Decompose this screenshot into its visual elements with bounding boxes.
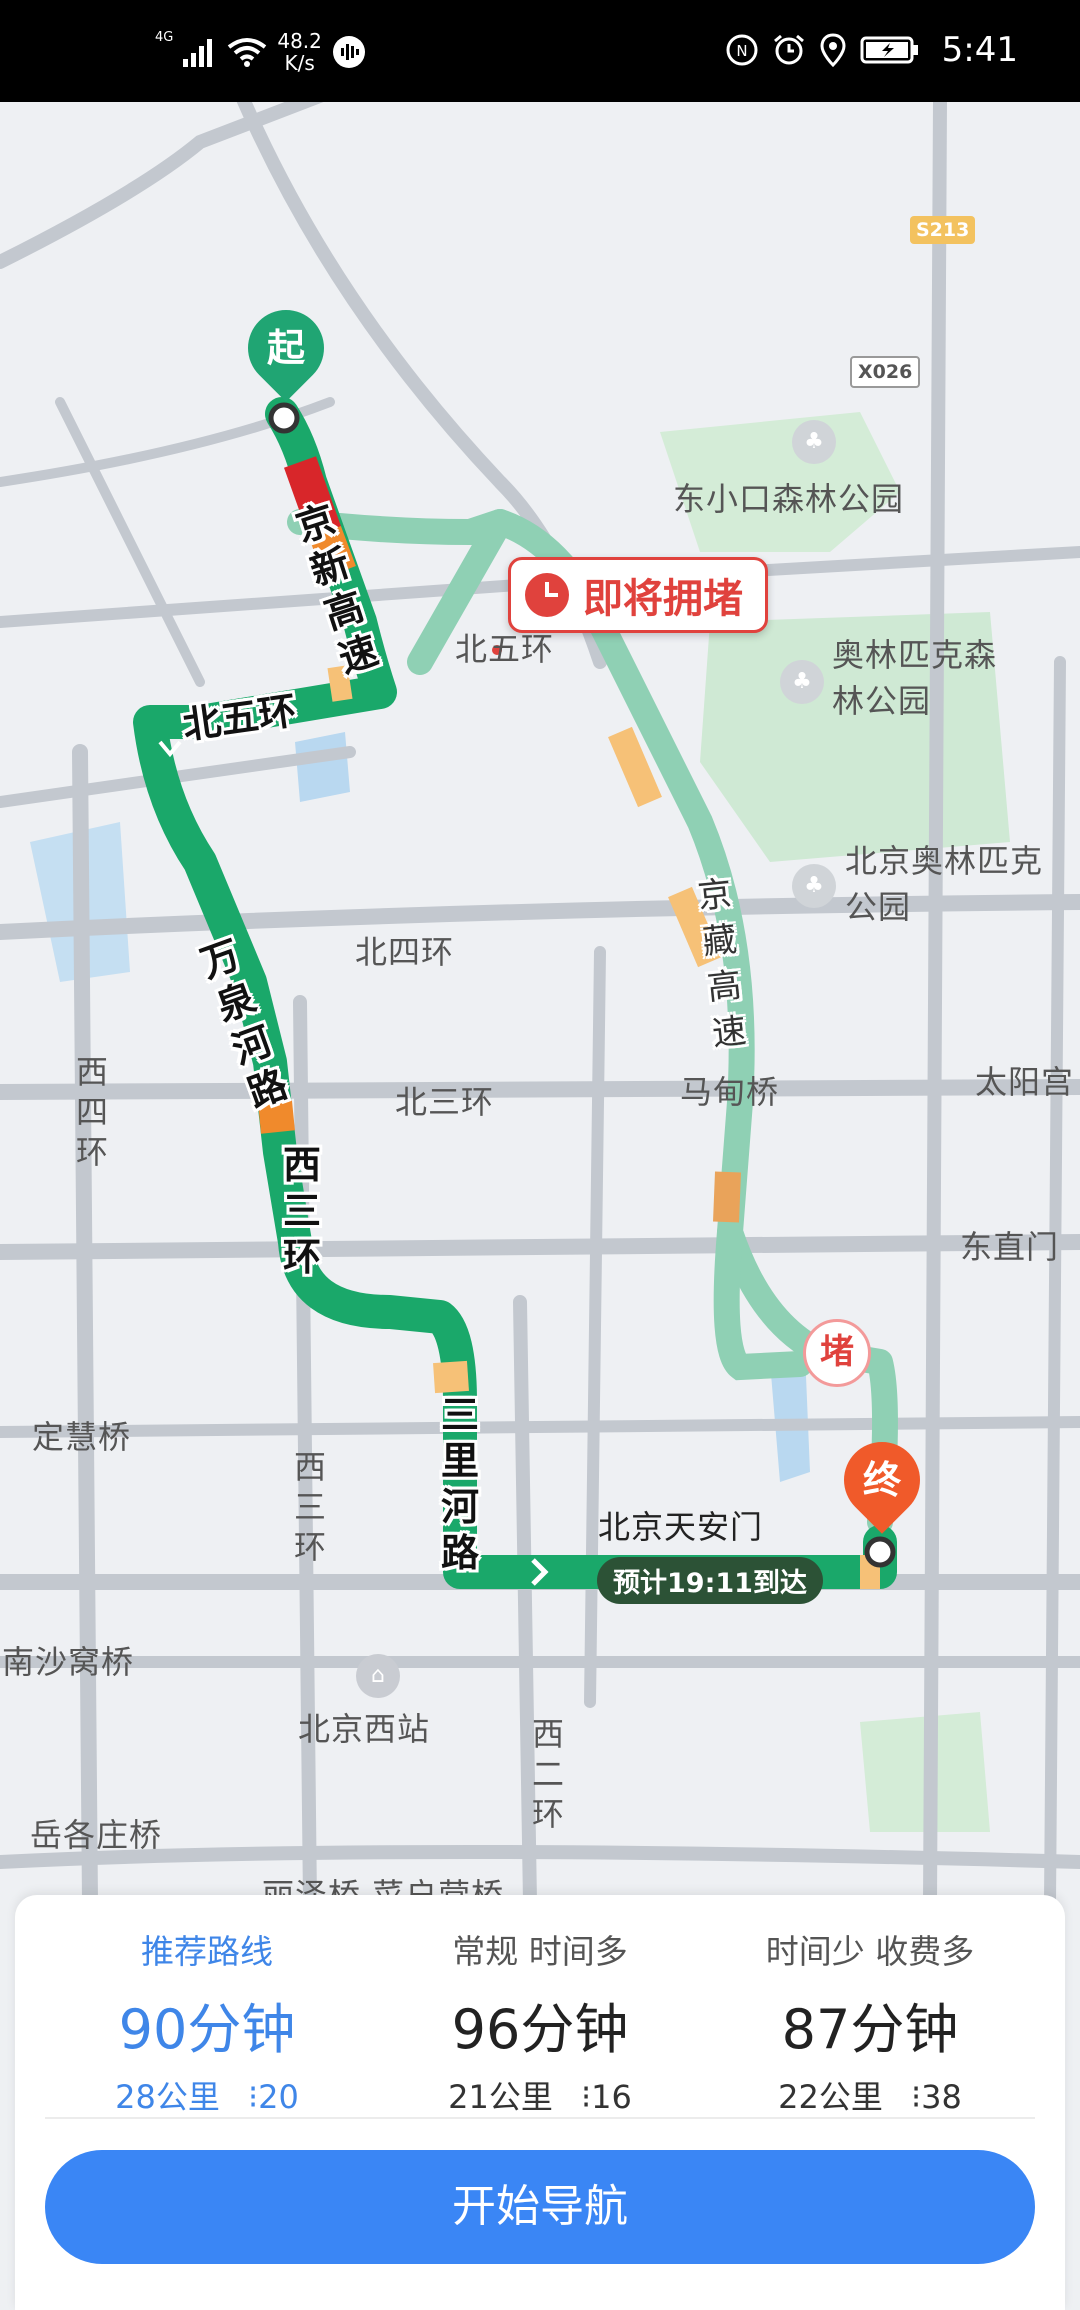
route-meta: 22公里 ⁝38 [710,2072,1030,2118]
route-tag: 常规 时间多 [452,1932,628,1971]
poi-dongxiaokou[interactable]: 东小口森林公园 [673,474,904,520]
end-pin[interactable]: 终 [828,1426,936,1534]
traffic-light-icon: ⁝ [581,2078,592,2116]
network-type: 4G [155,30,174,45]
route-meta: 28公里 ⁝20 [47,2072,367,2118]
road-label-dongzhimen: 东直门 [960,1228,1060,1266]
road-badge-x026: X026 [850,356,921,388]
speed-unit: K/s [284,51,315,75]
road-label-xisihuan: 西四环 [75,1053,108,1171]
speed-value: 48.2 [277,29,322,53]
park-icon: ♣ [792,864,836,908]
svg-text:N: N [736,42,747,60]
park-icon: ♣ [780,660,824,704]
route-label-sanlihe: 三里河路 [440,1393,479,1575]
road-label-beisanhuan: 北三环 [395,1083,495,1121]
clock-time: 5:41 [941,30,1018,70]
route-tag: 时间少 收费多 [765,1932,975,1971]
wifi-icon [228,38,267,67]
signal-icon [183,39,213,67]
poi-tiananmen[interactable]: 北京天安门 [598,1502,763,1548]
voice-assistant-icon [332,36,365,68]
water-area [295,732,350,802]
status-right: N 5:41 [726,30,1018,70]
route-distance: 28公里 [115,2078,220,2116]
route-lights: 20 [258,2078,299,2116]
route-lights: 16 [591,2078,632,2116]
panel-divider [45,2117,1035,2119]
route-option-2[interactable]: 常规 时间多 96分钟 21公里 ⁝16 [380,1925,700,2118]
road-label-xisanhuan: 西三环 [293,1448,326,1566]
road-label-madianqiao: 马甸桥 [680,1073,780,1111]
road-badge-s213: S213 [910,216,976,244]
start-pin[interactable]: 起 [232,294,340,402]
congestion-callout[interactable]: 即将拥堵 [508,557,768,633]
route-option-1[interactable]: 推荐路线 90分钟 28公里 ⁝20 [47,1925,367,2118]
route-time: 87分钟 [781,1998,959,2061]
route-time: 96分钟 [451,1998,629,2061]
congestion-segment [713,1171,741,1223]
status-bar: 4G 48.2 K/s N 5:41 [0,0,1080,102]
map-view[interactable]: S213 X026 ♣ 东小口森林公园 ♣ 奥林匹克森林公园 ♣ 北京奥林匹克公… [0,102,1080,1902]
alarm-icon [773,34,804,65]
start-point-marker [268,402,300,434]
end-pin-label: 终 [862,1458,901,1502]
train-station-icon: ⌂ [356,1654,400,1698]
location-icon [820,33,846,67]
park-icon: ♣ [792,420,836,464]
network-speed: 48.2 K/s [277,30,322,74]
road-label-yuegezhuangqiao: 岳各庄桥 [30,1816,163,1854]
poi-aolin-park[interactable]: 北京奥林匹克公园 [845,838,1045,930]
nfc-icon: N [726,34,758,66]
road-label-dinghuiqiao: 定慧桥 [32,1418,132,1456]
end-point-marker [864,1536,896,1568]
poi-beijing-west[interactable]: 北京西站 [298,1704,430,1750]
status-left: 4G 48.2 K/s [155,30,366,74]
route-meta: 21公里 ⁝16 [380,2072,700,2118]
road-label-taiyang: 太阳宫 [975,1063,1075,1101]
road-label-beisihuan: 北四环 [355,933,455,971]
route-tag: 推荐路线 [141,1932,273,1971]
congestion-segment [433,1360,469,1394]
start-navigation-button[interactable]: 开始导航 [45,2150,1035,2264]
battery-icon [860,36,918,64]
road-label-xierhuan: 西二环 [531,1715,564,1833]
route-panel: 推荐路线 90分钟 28公里 ⁝20 常规 时间多 96分钟 21公里 ⁝16 … [15,1895,1065,2310]
road-label-nanshawoqiao: 南沙窝桥 [2,1643,135,1681]
traffic-light-icon: ⁝ [911,2078,922,2116]
callout-text: 即将拥堵 [583,576,743,622]
eta-label: 预计19:11到达 [597,1557,823,1604]
route-option-3[interactable]: 时间少 收费多 87分钟 22公里 ⁝38 [710,1925,1030,2118]
route-distance: 21公里 [448,2078,553,2116]
route-time: 90分钟 [118,1998,296,2061]
traffic-light-icon: ⁝ [248,2078,259,2116]
route-label-xisanhuan: 西三环 [282,1143,321,1279]
congestion-segment [608,726,662,808]
jam-badge[interactable]: 堵 [803,1319,871,1387]
start-pin-label: 起 [266,326,305,370]
clock-icon [525,573,569,617]
poi-aolin-forest[interactable]: 奥林匹克森林公园 [832,632,1002,724]
route-lights: 38 [921,2078,962,2116]
route-distance: 22公里 [778,2078,883,2116]
